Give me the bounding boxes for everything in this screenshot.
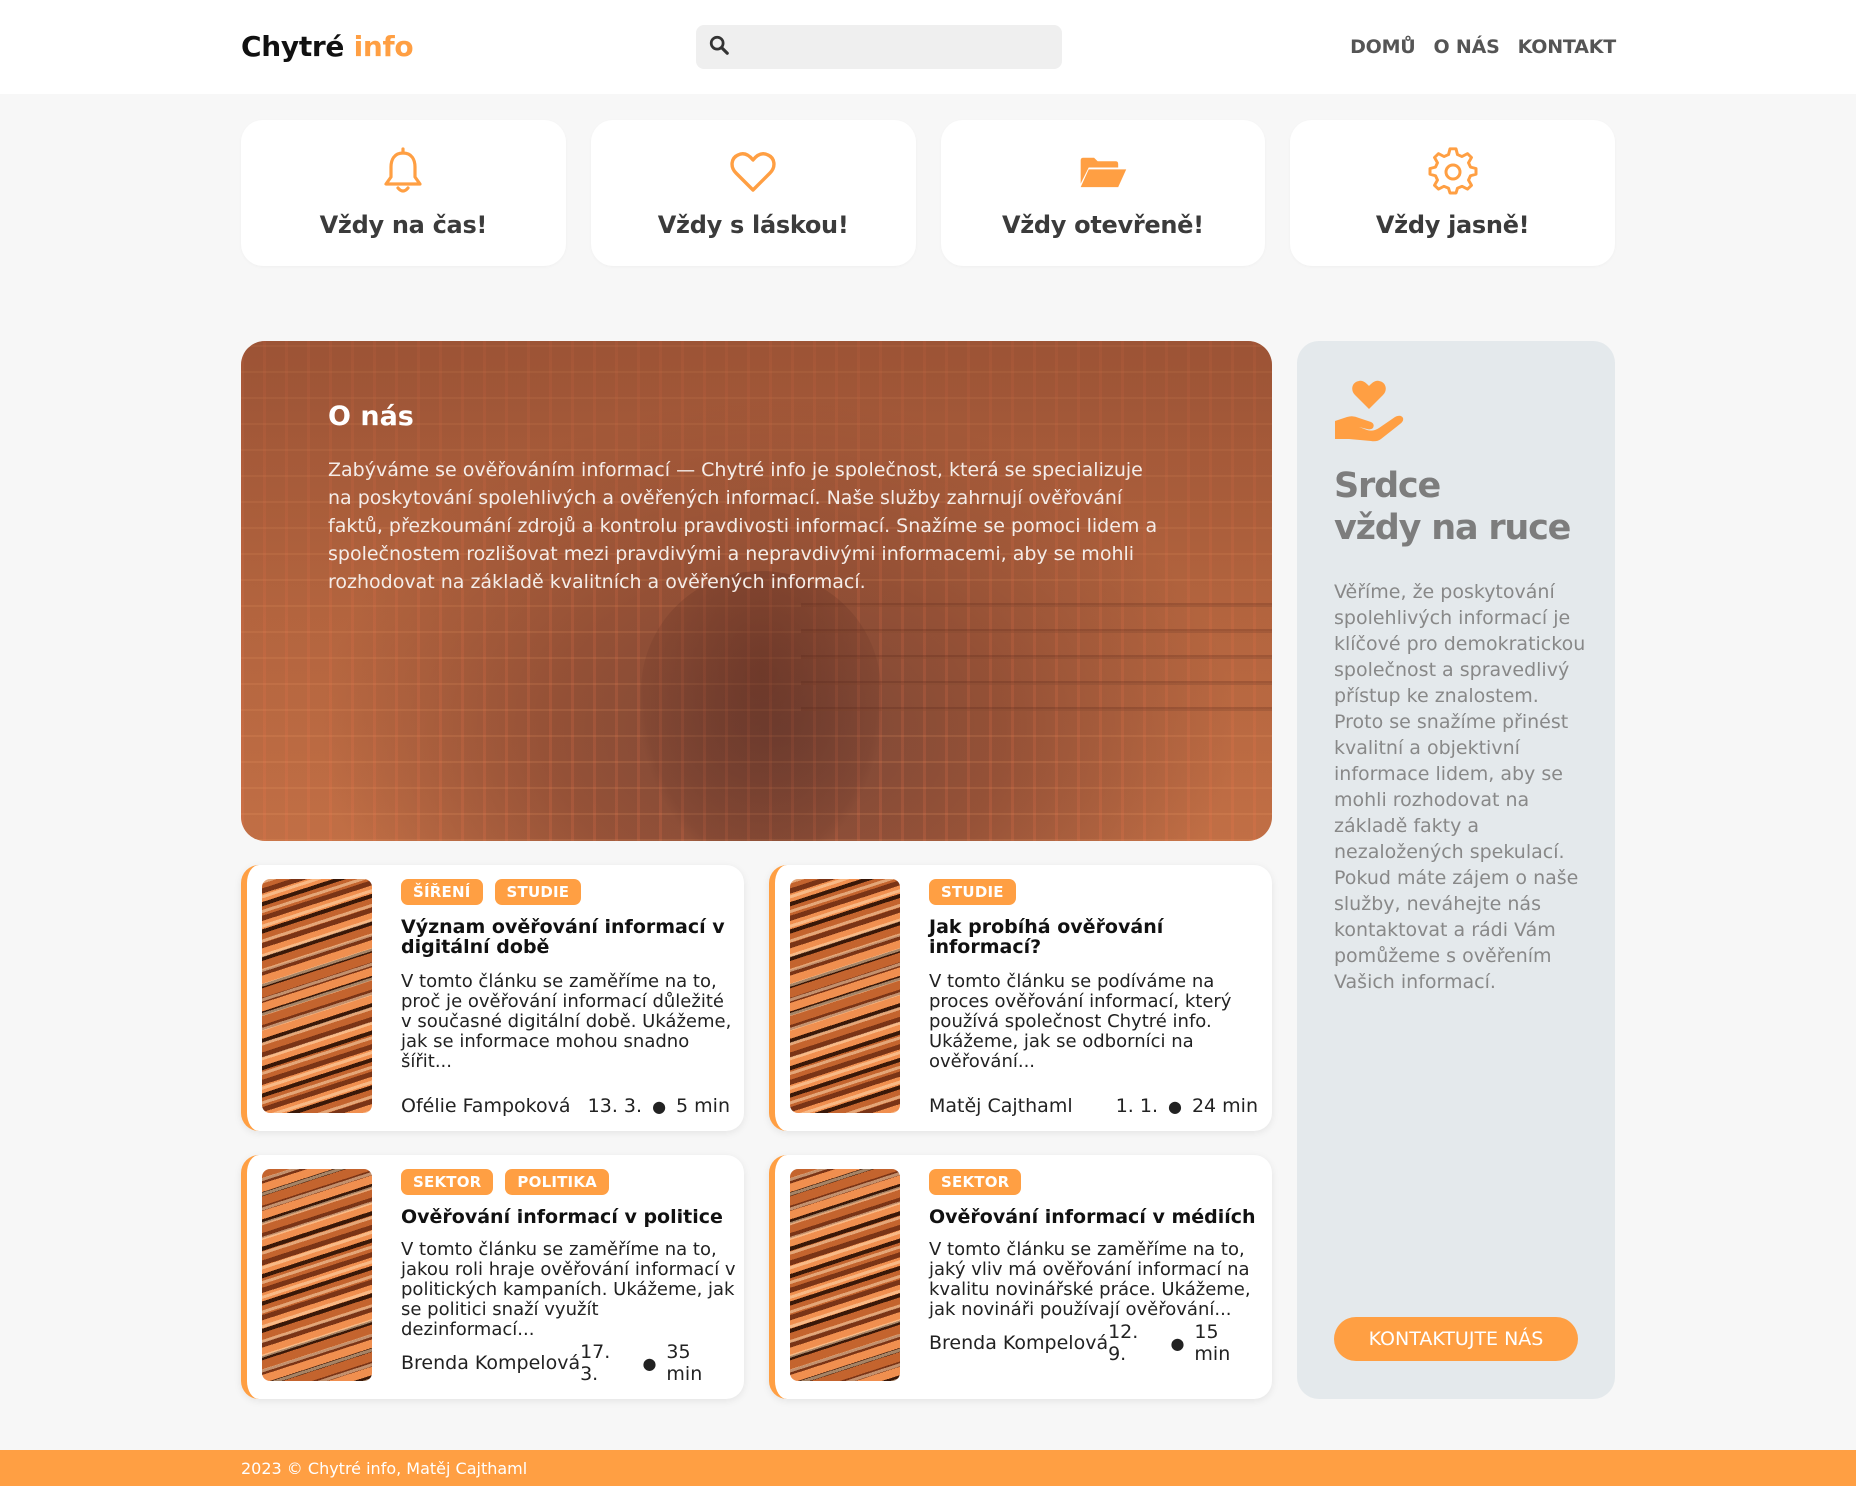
article-title[interactable]: Ověřování informací v médiích [929, 1207, 1259, 1227]
article-meta: Matěj Cajthaml 1. 1. ● 24 min [929, 1095, 1258, 1117]
about-hero: O nás Zabýváme se ověřováním informací —… [241, 341, 1272, 841]
article-excerpt: V tomto článku se zaměříme na to, proč j… [401, 971, 732, 1072]
tag-badge[interactable]: SEKTOR [929, 1169, 1022, 1195]
side-title: Srdce vždy na ruce [1334, 465, 1594, 549]
article-read-time: 24 min [1191, 1095, 1258, 1117]
nav-link-contact[interactable]: KONTAKT [1518, 36, 1617, 58]
footer-copyright: 2023 © Chytré info, Matěj Cajthaml [241, 1459, 528, 1478]
article-excerpt: V tomto článku se zaměříme na to, jakou … [401, 1239, 736, 1340]
article-author: Ofélie Fampoková [401, 1095, 571, 1117]
gear-icon [1428, 147, 1478, 201]
separator-dot: ● [652, 1096, 667, 1116]
article-thumbnail[interactable] [262, 1169, 372, 1381]
article-tags: SEKTOR [929, 1169, 1022, 1195]
heart-icon [728, 147, 778, 201]
main-nav: DOMŮ O NÁS KONTAKT [1350, 36, 1616, 58]
article-card[interactable]: ŠÍŘENÍ STUDIE Význam ověřování informací… [241, 865, 744, 1131]
feature-card-with-love: Vždy s láskou! [590, 120, 916, 266]
article-meta: Brenda Kompelová 17. 3. ● 35 min [401, 1341, 730, 1385]
bell-icon [378, 147, 428, 201]
article-title[interactable]: Význam ověřování informací v digitální d… [401, 917, 731, 957]
article-read-time: 35 min [666, 1341, 703, 1385]
feature-label: Vždy na čas! [319, 211, 488, 239]
article-title[interactable]: Jak probíhá ověřování informací? [929, 917, 1259, 957]
article-read-time: 5 min [676, 1095, 730, 1117]
feature-label: Vždy jasně! [1375, 211, 1530, 239]
tag-badge[interactable]: STUDIE [494, 879, 582, 905]
search-input[interactable] [740, 37, 1040, 57]
nav-link-home[interactable]: DOMŮ [1350, 36, 1416, 58]
article-author: Matěj Cajthaml [929, 1095, 1073, 1117]
article-thumbnail[interactable] [790, 879, 900, 1113]
article-card[interactable]: STUDIE Jak probíhá ověřování informací? … [769, 865, 1272, 1131]
article-excerpt: V tomto článku se zaměříme na to, jaký v… [929, 1239, 1251, 1320]
search-box[interactable] [696, 25, 1062, 69]
nav-link-about[interactable]: O NÁS [1434, 36, 1500, 58]
article-title[interactable]: Ověřování informací v politice [401, 1207, 731, 1227]
tag-badge[interactable]: STUDIE [929, 879, 1016, 905]
article-read-time: 15 min [1194, 1321, 1231, 1365]
logo-accent-text: info [353, 30, 414, 63]
article-author: Brenda Kompelová [401, 1352, 581, 1374]
article-tags: ŠÍŘENÍ STUDIE [401, 879, 582, 905]
folder-open-icon [1078, 147, 1128, 201]
article-thumbnail[interactable] [790, 1169, 900, 1381]
logo-main-text: Chytré [241, 30, 345, 63]
separator-dot: ● [1170, 1333, 1185, 1353]
contact-us-button[interactable]: KONTAKTUJTE NÁS [1334, 1317, 1578, 1361]
article-tags: STUDIE [929, 879, 1016, 905]
article-date: 12. 9. [1108, 1321, 1139, 1365]
article-author: Brenda Kompelová [929, 1332, 1109, 1354]
feature-card-clearly: Vždy jasně! [1290, 120, 1615, 266]
article-date: 13. 3. [587, 1095, 643, 1117]
side-title-line1: Srdce [1334, 466, 1441, 506]
feature-label: Vždy s láskou! [657, 211, 849, 239]
article-tags: SEKTOR POLITIKA [401, 1169, 609, 1195]
side-panel: Srdce vždy na ruce Věříme, že poskytován… [1297, 341, 1615, 1399]
article-date: 17. 3. [580, 1341, 611, 1385]
tag-badge[interactable]: ŠÍŘENÍ [401, 879, 483, 905]
tag-badge[interactable]: POLITIKA [505, 1169, 609, 1195]
side-text: Věříme, že poskytování spolehlivých info… [1334, 581, 1586, 993]
hero-title: O nás [328, 401, 414, 432]
separator-dot: ● [1167, 1096, 1182, 1116]
hand-heart-icon [1333, 377, 1405, 443]
feature-card-on-time: Vždy na čas! [241, 120, 566, 266]
feature-label: Vždy otevřeně! [1001, 211, 1204, 239]
article-date: 1. 1. [1115, 1095, 1158, 1117]
article-meta: Ofélie Fampoková 13. 3. ● 5 min [401, 1095, 730, 1117]
tag-badge[interactable]: SEKTOR [401, 1169, 494, 1195]
hero-text: Zabýváme se ověřováním informací — Chytr… [328, 459, 1158, 593]
feature-cards: Vždy na čas! Vždy s láskou! Vždy otevřen… [241, 120, 1615, 266]
article-meta: Brenda Kompelová 12. 9. ● 15 min [929, 1321, 1258, 1365]
search-icon[interactable] [708, 34, 730, 60]
feature-card-openly: Vždy otevřeně! [940, 120, 1266, 266]
side-title-line2: vždy na ruce [1334, 508, 1571, 548]
article-card[interactable]: SEKTOR POLITIKA Ověřování informací v po… [241, 1155, 744, 1399]
site-header: Chytré info DOMŮ O NÁS KONTAKT [0, 0, 1856, 94]
site-logo[interactable]: Chytré info [241, 30, 414, 63]
site-footer: 2023 © Chytré info, Matěj Cajthaml [0, 1450, 1856, 1486]
article-card[interactable]: SEKTOR Ověřování informací v médiích V t… [769, 1155, 1272, 1399]
separator-dot: ● [642, 1353, 657, 1373]
article-excerpt: V tomto článku se podíváme na proces ově… [929, 971, 1232, 1072]
article-thumbnail[interactable] [262, 879, 372, 1113]
